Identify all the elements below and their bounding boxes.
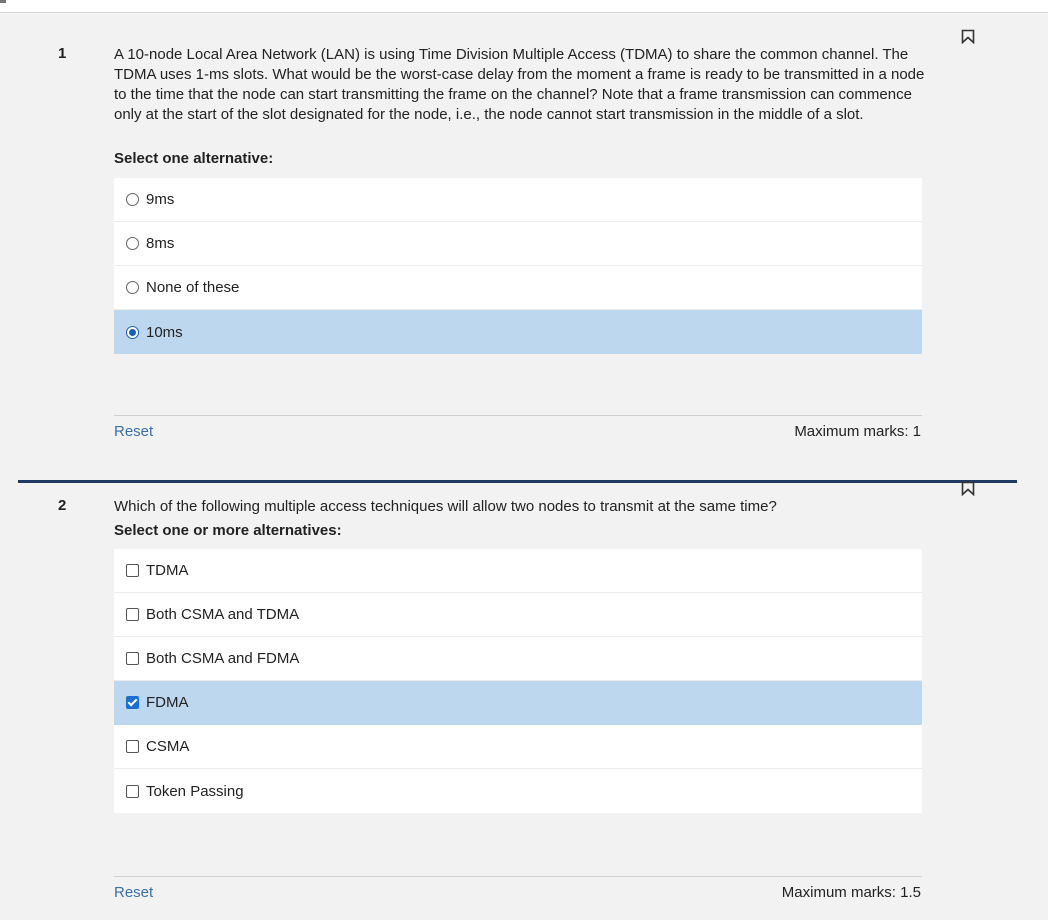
option-fdma[interactable]: FDMA xyxy=(114,681,922,725)
option-label: Token Passing xyxy=(146,782,244,800)
radio-button-selected[interactable] xyxy=(126,325,139,339)
option-csma-and-tdma[interactable]: Both CSMA and TDMA xyxy=(114,593,922,637)
footer-divider xyxy=(114,876,922,877)
radio-button[interactable] xyxy=(126,281,139,294)
option-label: FDMA xyxy=(146,694,189,711)
top-bar xyxy=(0,0,1048,13)
question-text: Which of the following multiple access t… xyxy=(114,498,777,515)
maximum-marks: Maximum marks: 1.5 xyxy=(781,884,921,901)
reset-link[interactable]: Reset xyxy=(114,884,153,901)
bookmark-flag-icon[interactable] xyxy=(961,29,975,44)
question-number: 1 xyxy=(58,45,67,62)
checkbox[interactable] xyxy=(126,784,139,798)
checkbox[interactable] xyxy=(126,652,139,665)
answer-options: TDMA Both CSMA and TDMA Both CSMA and FD… xyxy=(114,549,922,813)
checkbox-checked[interactable] xyxy=(126,696,139,709)
option-tdma[interactable]: TDMA xyxy=(114,549,922,593)
option-label: 8ms xyxy=(146,235,175,252)
answer-options: 9ms 8ms None of these 10ms xyxy=(114,178,922,354)
bookmark-flag-icon[interactable] xyxy=(961,481,975,496)
question-instruction: Select one alternative: xyxy=(114,150,274,167)
question-divider xyxy=(18,480,1017,483)
radio-button[interactable] xyxy=(126,193,139,206)
option-10ms[interactable]: 10ms xyxy=(114,310,922,354)
option-label: 9ms xyxy=(146,191,175,208)
option-csma-and-fdma[interactable]: Both CSMA and FDMA xyxy=(114,637,922,681)
question-number: 2 xyxy=(58,497,67,514)
checkbox[interactable] xyxy=(126,740,139,753)
option-csma[interactable]: CSMA xyxy=(114,725,922,769)
footer-divider xyxy=(114,415,922,416)
option-label: 10ms xyxy=(146,323,183,341)
option-label: None of these xyxy=(146,279,240,296)
question-instruction: Select one or more alternatives: xyxy=(114,522,342,539)
checkbox[interactable] xyxy=(126,608,139,621)
maximum-marks: Maximum marks: 1 xyxy=(794,423,921,440)
option-none-of-these[interactable]: None of these xyxy=(114,266,922,310)
option-token-passing[interactable]: Token Passing xyxy=(114,769,922,813)
option-9ms[interactable]: 9ms xyxy=(114,178,922,222)
question-text: A 10-node Local Area Network (LAN) is us… xyxy=(114,46,925,123)
option-label: Both CSMA and FDMA xyxy=(146,650,300,667)
option-label: Both CSMA and TDMA xyxy=(146,606,300,623)
reset-link[interactable]: Reset xyxy=(114,423,153,440)
option-label: TDMA xyxy=(146,562,189,579)
option-8ms[interactable]: 8ms xyxy=(114,222,922,266)
radio-button[interactable] xyxy=(126,237,139,250)
top-bar-edge xyxy=(0,0,6,3)
checkbox[interactable] xyxy=(126,564,139,577)
option-label: CSMA xyxy=(146,738,190,755)
